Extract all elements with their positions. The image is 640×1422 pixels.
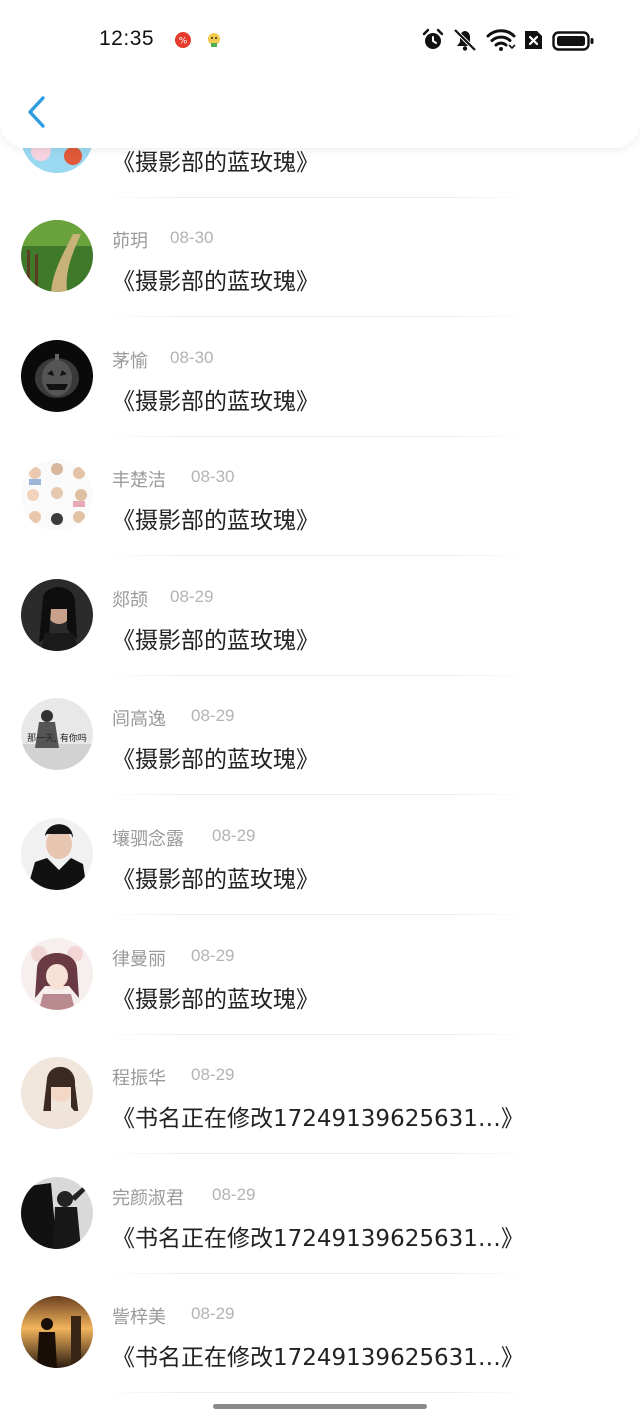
comment-date: 08-29 <box>191 1304 235 1323</box>
svg-text:%: % <box>179 37 188 47</box>
list-item[interactable]: 程振华 08-29 《书名正在修改17249139625631…》 <box>0 1057 640 1177</box>
notification-app-icon-2 <box>208 33 220 47</box>
item-title[interactable]: 《摄影部的蓝玫瑰》 <box>112 621 319 655</box>
item-title[interactable]: 《摄影部的蓝玫瑰》 <box>112 980 319 1014</box>
user-name[interactable]: 闾高逸 <box>112 705 166 731</box>
avatar[interactable]: 那一天, 有你吗 <box>21 698 93 770</box>
user-name[interactable]: 程振华 <box>112 1064 166 1090</box>
list-item[interactable]: 那一天, 有你吗 闾高逸 08-29 《摄影部的蓝玫瑰》 <box>0 698 640 818</box>
top-bar: 12:35 % <box>0 0 640 148</box>
avatar[interactable] <box>21 1296 93 1368</box>
comment-date: 08-29 <box>191 946 235 965</box>
divider <box>104 1392 528 1393</box>
avatar-text: 那一天, 有你吗 <box>27 732 87 744</box>
avatar[interactable] <box>21 1057 93 1129</box>
divider <box>104 914 528 915</box>
list-item[interactable]: 壤驷念露 08-29 《摄影部的蓝玫瑰》 <box>0 818 640 938</box>
battery-icon <box>552 31 594 51</box>
item-title[interactable]: 《摄影部的蓝玫瑰》 <box>112 860 319 894</box>
home-indicator[interactable] <box>213 1404 427 1409</box>
avatar[interactable] <box>21 579 93 651</box>
item-title[interactable]: 《摄影部的蓝玫瑰》 <box>112 262 319 296</box>
avatar[interactable] <box>21 818 93 890</box>
notification-app-icon-1: % <box>175 32 191 48</box>
avatar[interactable] <box>21 340 93 412</box>
user-name[interactable]: 訾梓美 <box>112 1303 166 1329</box>
user-name[interactable]: 律曼丽 <box>112 945 166 971</box>
user-name[interactable]: 完颜淑君 <box>112 1184 184 1210</box>
list-item[interactable]: 律曼丽 08-29 《摄影部的蓝玫瑰》 <box>0 938 640 1058</box>
divider <box>104 316 528 317</box>
divider <box>104 675 528 676</box>
comment-date: 08-30 <box>191 467 235 486</box>
user-name[interactable]: 茅愉 <box>112 347 148 373</box>
status-time: 12:35 <box>99 27 155 50</box>
user-name[interactable]: 壤驷念露 <box>112 825 184 851</box>
no-sim-icon <box>525 31 542 49</box>
avatar[interactable] <box>21 459 93 531</box>
list-item[interactable]: 訾梓美 08-29 《书名正在修改17249139625631…》 <box>0 1296 640 1416</box>
status-bar: 12:35 % <box>0 0 640 80</box>
list-item[interactable]: 郯颉 08-29 《摄影部的蓝玫瑰》 <box>0 579 640 699</box>
chevron-left-icon <box>28 96 45 128</box>
list-item[interactable]: 茅愉 08-30 《摄影部的蓝玫瑰》 <box>0 340 640 460</box>
item-title[interactable]: 《摄影部的蓝玫瑰》 <box>112 740 319 774</box>
back-button[interactable] <box>18 92 54 132</box>
user-name[interactable]: 丰楚洁 <box>112 466 166 492</box>
avatar[interactable] <box>21 1177 93 1249</box>
wifi-icon <box>486 29 516 51</box>
item-title[interactable]: 《摄影部的蓝玫瑰》 <box>112 143 319 177</box>
divider <box>104 555 528 556</box>
item-title[interactable]: 《书名正在修改17249139625631…》 <box>112 1338 524 1372</box>
avatar[interactable] <box>21 220 93 292</box>
list-item[interactable]: 茆玥 08-30 《摄影部的蓝玫瑰》 <box>0 220 640 340</box>
divider <box>104 436 528 437</box>
item-title[interactable]: 《摄影部的蓝玫瑰》 <box>112 501 319 535</box>
comment-date: 08-30 <box>170 348 214 367</box>
comment-date: 08-30 <box>170 228 214 247</box>
divider <box>104 1273 528 1274</box>
item-title[interactable]: 《书名正在修改17249139625631…》 <box>112 1099 524 1133</box>
comment-date: 08-29 <box>191 1065 235 1084</box>
avatar[interactable] <box>21 938 93 1010</box>
divider <box>104 794 528 795</box>
user-name[interactable]: 郯颉 <box>112 586 148 612</box>
divider <box>104 197 528 198</box>
user-name[interactable]: 茆玥 <box>112 227 148 253</box>
item-title[interactable]: 《摄影部的蓝玫瑰》 <box>112 382 319 416</box>
comment-date: 08-29 <box>212 826 256 845</box>
comment-date: 08-29 <box>170 587 214 606</box>
divider <box>104 1034 528 1035</box>
item-title[interactable]: 《书名正在修改17249139625631…》 <box>112 1219 524 1253</box>
alarm-icon <box>422 28 444 49</box>
list-item[interactable]: 丰楚洁 08-30 《摄影部的蓝玫瑰》 <box>0 459 640 579</box>
mute-icon <box>453 28 477 52</box>
divider <box>104 1153 528 1154</box>
comment-date: 08-29 <box>212 1185 256 1204</box>
comment-date: 08-29 <box>191 706 235 725</box>
list-item[interactable]: 完颜淑君 08-29 《书名正在修改17249139625631…》 <box>0 1177 640 1297</box>
